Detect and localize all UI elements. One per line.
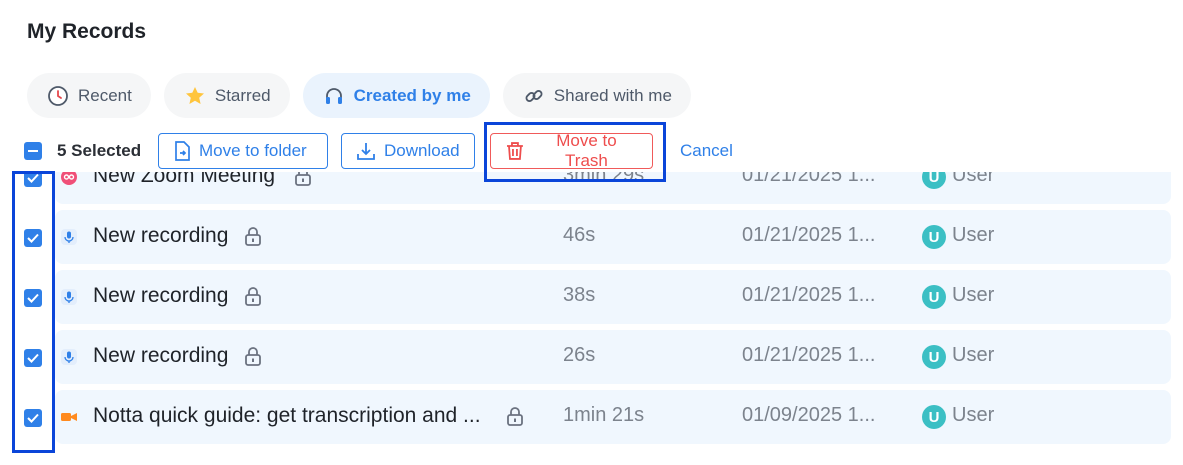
records-list: New Zoom Meeting 3min 29s 01/21/2025 1..… [0,172,1183,465]
record-duration: 3min 29s [563,172,645,186]
download-icon [357,143,375,160]
row-checkbox[interactable] [24,289,42,307]
tab-bar: Recent Starred Created by me Shared with… [27,73,691,118]
tab-created-by-me[interactable]: Created by me [302,73,490,118]
move-to-folder-button[interactable]: Move to folder [158,133,328,169]
download-label: Download [384,141,460,160]
record-owner: User [952,172,995,186]
tab-created-by-me-label: Created by me [353,85,471,105]
avatar: U [922,285,946,309]
lock-icon [292,172,314,187]
record-title: New Zoom Meeting [93,172,276,187]
record-duration: 1min 21s [563,404,645,426]
tab-recent[interactable]: Recent [27,73,151,118]
record-duration: 38s [563,284,596,306]
record-title: New recording [93,344,229,367]
tab-starred[interactable]: Starred [163,73,290,118]
record-owner: User [952,404,995,426]
selection-toolbar: 5 Selected Move to folder Download Move … [24,131,744,170]
record-duration: 26s [563,344,596,366]
star-icon [184,85,206,107]
record-date: 01/21/2025 1... [742,172,876,186]
table-row[interactable]: New recording 38s 01/21/2025 1... U User [55,270,1171,324]
record-date: 01/09/2025 1... [742,404,876,426]
row-checkbox[interactable] [24,349,42,367]
lock-icon [242,225,264,247]
tab-shared-with-me[interactable]: Shared with me [502,73,691,118]
avatar: U [922,172,946,189]
record-owner: User [952,224,995,246]
select-all-checkbox[interactable] [24,142,42,160]
row-checkbox[interactable] [24,172,42,187]
download-button[interactable]: Download [341,133,475,169]
zoom-icon [61,172,77,185]
cancel-link[interactable]: Cancel [680,141,733,161]
move-to-folder-label: Move to folder [199,141,307,160]
link-icon [523,85,545,107]
avatar: U [922,225,946,249]
record-title: New recording [93,224,229,247]
record-date: 01/21/2025 1... [742,224,876,246]
table-row[interactable]: Notta quick guide: get transcription and… [55,390,1171,444]
clock-icon [47,85,69,107]
page-title: My Records [27,20,147,43]
video-camera-icon [61,409,77,425]
tab-starred-label: Starred [214,85,271,105]
record-title: New recording [93,284,229,307]
microphone-icon [61,349,77,365]
selected-count: 5 Selected [57,141,142,160]
file-move-icon [175,141,190,161]
record-date: 01/21/2025 1... [742,284,876,306]
record-title: Notta quick guide: get transcription and… [93,404,481,427]
table-row[interactable]: New recording 46s 01/21/2025 1... U User [55,210,1171,264]
move-to-trash-label: Move to Trash [556,131,617,170]
headphones-icon [323,85,345,107]
lock-icon [504,405,526,427]
record-date: 01/21/2025 1... [742,344,876,366]
tab-shared-with-me-label: Shared with me [553,85,672,105]
lock-icon [242,345,264,367]
avatar: U [922,405,946,429]
microphone-icon [61,229,77,245]
table-row[interactable]: New recording 26s 01/21/2025 1... U User [55,330,1171,384]
record-owner: User [952,344,995,366]
tab-recent-label: Recent [78,85,132,105]
microphone-icon [61,289,77,305]
table-row[interactable]: New Zoom Meeting 3min 29s 01/21/2025 1..… [55,172,1171,204]
row-checkbox[interactable] [24,409,42,427]
record-owner: User [952,284,995,306]
row-checkbox[interactable] [24,229,42,247]
trash-icon [506,142,523,160]
lock-icon [242,285,264,307]
record-duration: 46s [563,224,596,246]
avatar: U [922,345,946,369]
move-to-trash-button[interactable]: Move to Trash [490,131,653,170]
